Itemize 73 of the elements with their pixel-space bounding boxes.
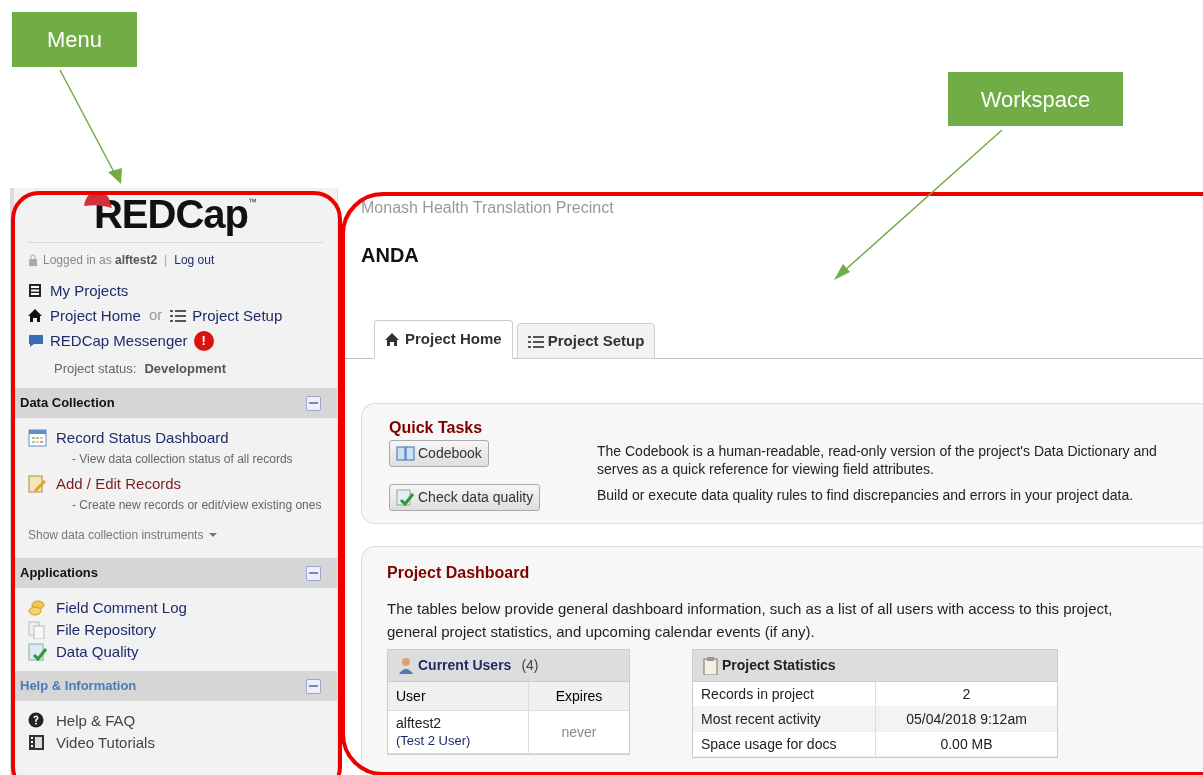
separator: | xyxy=(164,252,168,269)
lock-icon xyxy=(28,254,38,266)
project-title: ANDA xyxy=(361,243,420,268)
link-description: - Create new records or edit/view existing ones xyxy=(71,497,323,514)
sidebar-link[interactable]: Add / Edit Records xyxy=(56,474,182,493)
nav-link[interactable]: REDCap Messenger xyxy=(50,331,188,350)
collapse-toggle[interactable] xyxy=(306,395,321,411)
column-header: User xyxy=(395,686,427,706)
minus-icon xyxy=(309,572,318,574)
show-instruments-link[interactable]: Show data collection instruments xyxy=(28,526,218,544)
section-title: Applications xyxy=(20,564,98,583)
table-cell-text: alftest2 xyxy=(396,714,443,732)
list-icon xyxy=(170,307,187,323)
task-description: Build or execute data quality rules to find discrepancies and errors in your project data. xyxy=(597,486,1135,504)
user-full-name[interactable]: (Test 2 User) xyxy=(396,732,520,750)
table-cell-text: never xyxy=(561,722,597,742)
users-count: (4) xyxy=(521,656,539,675)
task-button[interactable]: Check data quality xyxy=(389,484,541,511)
sidebar-link[interactable]: Video Tutorials xyxy=(56,733,155,752)
institution-name: Monash Health Translation Precinct xyxy=(361,198,615,218)
tab[interactable]: Project Setup xyxy=(516,323,656,359)
sidebar-link[interactable]: Field Comment Log xyxy=(56,598,187,617)
status-label: Project status: xyxy=(54,359,137,378)
nav-link[interactable]: Project Setup xyxy=(192,305,283,325)
collapse-toggle[interactable] xyxy=(306,678,321,694)
nav-link[interactable]: Project Home xyxy=(50,305,141,325)
collapse-toggle[interactable] xyxy=(306,565,321,581)
status-value: Development xyxy=(144,359,226,378)
panel-title: Project Dashboard xyxy=(387,563,531,583)
home-icon xyxy=(385,332,401,347)
calendar-grid-icon xyxy=(28,428,48,447)
chat-icon xyxy=(28,333,44,348)
book-icon xyxy=(396,445,415,462)
sidebar-link[interactable]: Record Status Dashboard xyxy=(56,428,229,447)
caret-icon xyxy=(209,533,218,537)
sidebar-link[interactable]: Help & FAQ xyxy=(56,711,136,730)
minus-icon xyxy=(309,402,318,404)
checklist-icon xyxy=(28,642,48,661)
minus-icon xyxy=(309,685,318,687)
table-cell-text: Most recent activity xyxy=(700,709,822,729)
link-description: - View data collection status of all records xyxy=(71,451,294,468)
task-button[interactable]: Codebook xyxy=(389,440,489,467)
home-icon xyxy=(28,307,44,323)
column-header: Expires xyxy=(528,682,629,710)
user-icon xyxy=(398,657,414,674)
tab[interactable]: Project Home xyxy=(374,320,513,359)
annotation-label: Workspace xyxy=(948,72,1123,126)
table-cell-text: Records in project xyxy=(700,684,815,704)
task-description: The Codebook is a human-readable, read-only version of the project's Data Dictionary and serves as a quick reference for viewing field attributes. xyxy=(597,442,1158,478)
list-icon xyxy=(527,333,544,349)
table-cell-text: Space usage for docs xyxy=(700,734,838,754)
login-status: Logged in as alftest2 xyxy=(43,252,158,269)
alert-badge: ! xyxy=(193,330,214,351)
sidebar-link[interactable]: Data Quality xyxy=(56,642,139,661)
clipboard-icon xyxy=(703,656,718,675)
checklist-icon xyxy=(396,489,415,506)
dashboard-intro: The tables below provide general dashboard information, such as a list of all users with access to this project, general project statistics, and upcoming calendar events (if any). xyxy=(387,599,1114,642)
documents-icon xyxy=(28,620,48,639)
list-icon xyxy=(28,283,44,298)
logout-link[interactable]: Log out xyxy=(174,251,215,269)
sidebar-link[interactable]: File Repository xyxy=(56,620,157,639)
pencil-note-icon xyxy=(28,474,48,493)
section-title: Data Collection xyxy=(20,394,115,413)
annotation-label: Menu xyxy=(12,12,137,67)
table-cell: 05/04/2018 9:12am xyxy=(875,707,1057,731)
users-link[interactable]: Current Users xyxy=(418,655,512,676)
table-title: Project Statistics xyxy=(722,656,836,675)
joiner-text: or xyxy=(148,305,163,325)
nav-link[interactable]: My Projects xyxy=(50,281,129,300)
panel-title: Quick Tasks xyxy=(389,418,484,438)
table-cell: 2 xyxy=(875,682,1057,706)
table-cell: 0.00 MB xyxy=(875,732,1057,756)
redcap-logo: REDCap™ xyxy=(94,192,257,236)
